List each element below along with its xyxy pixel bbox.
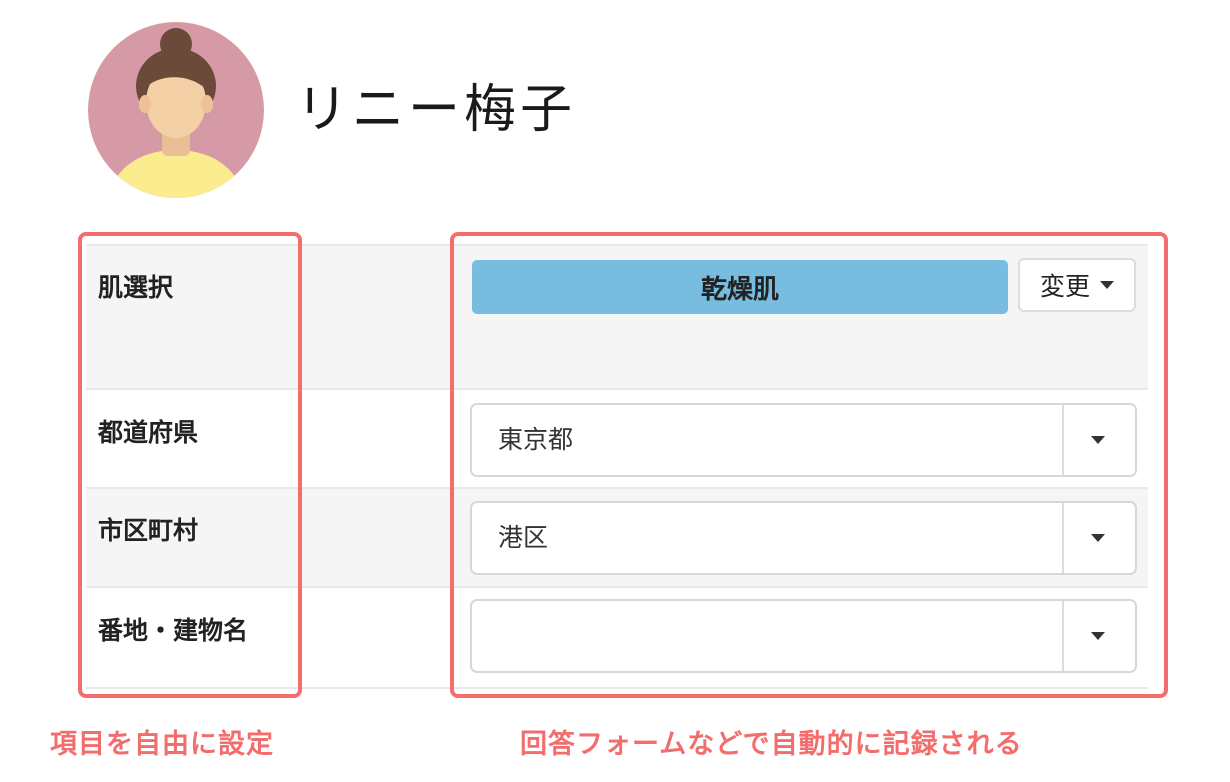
city-value: 港区	[498, 523, 549, 552]
caret-down-icon[interactable]	[1091, 534, 1105, 542]
skin-type-text: 乾燥肌	[700, 274, 779, 305]
select-divider	[1062, 503, 1064, 573]
label-prefecture: 都道府県	[98, 418, 199, 447]
select-divider	[1062, 601, 1064, 671]
caret-down-icon[interactable]	[1091, 632, 1105, 640]
caret-down-icon[interactable]	[1091, 436, 1105, 444]
city-select[interactable]: 港区	[470, 501, 1137, 575]
label-skin-type: 肌選択	[98, 273, 174, 302]
label-city: 市区町村	[98, 516, 199, 545]
user-name: リニー梅子	[296, 80, 577, 140]
change-skin-button[interactable]: 変更	[1018, 258, 1136, 312]
change-button-label: 変更	[1039, 272, 1090, 301]
select-divider	[1062, 405, 1064, 475]
label-address: 番地・建物名	[98, 616, 249, 645]
right-caption: 回答フォームなどで自動的に記録される	[520, 729, 1023, 760]
prefecture-value: 東京都	[498, 425, 574, 454]
caret-down-icon	[1100, 281, 1114, 289]
avatar	[88, 22, 264, 198]
address-select[interactable]	[470, 599, 1137, 673]
prefecture-select[interactable]: 東京都	[470, 403, 1137, 477]
left-caption: 項目を自由に設定	[50, 729, 274, 760]
skin-type-value: 乾燥肌	[472, 260, 1008, 314]
